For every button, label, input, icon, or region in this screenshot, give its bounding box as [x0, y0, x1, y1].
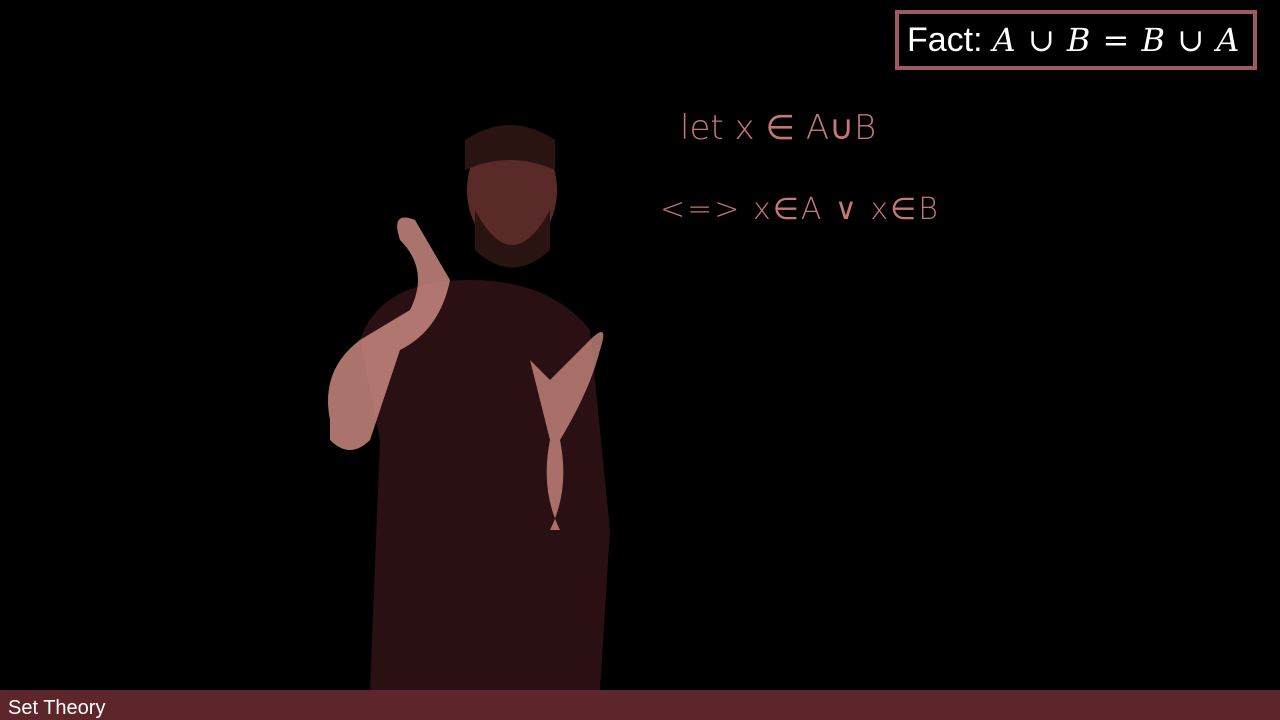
fact-box: Fact: A ∪ B = B ∪ A	[895, 10, 1257, 70]
presenter-figure	[328, 125, 610, 690]
bottom-title-bar: Set Theory	[0, 690, 1280, 720]
fact-label: Fact:	[907, 20, 983, 59]
course-title: Set Theory	[8, 697, 106, 719]
board-line-1: let x ∈ A∪B	[680, 108, 877, 148]
board-line-2: <=> x∈A ∨ x∈B	[660, 192, 940, 227]
fact-equation: A ∪ B = B ∪ A	[992, 21, 1241, 59]
video-frame: Fact: A ∪ B = B ∪ A let x ∈ A∪B <=> x∈A …	[0, 0, 1280, 720]
